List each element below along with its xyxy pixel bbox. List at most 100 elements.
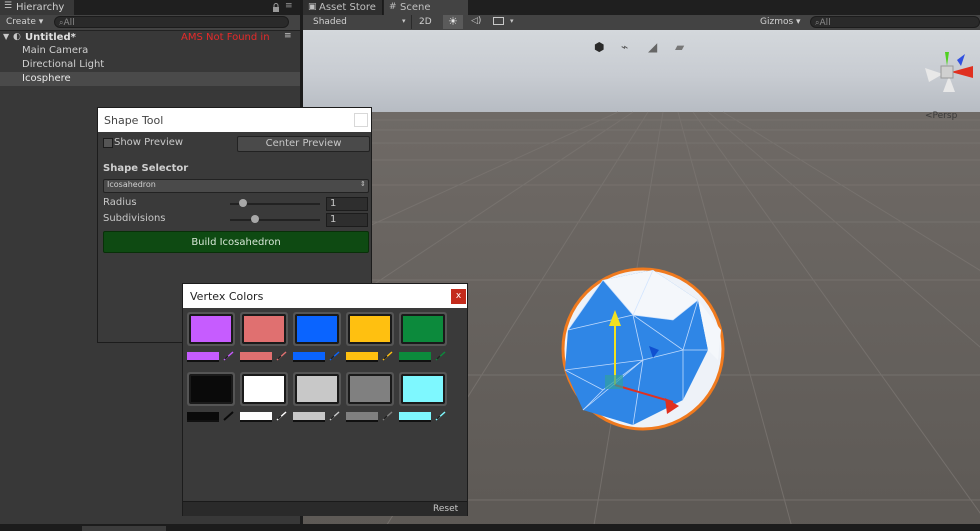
plane-icon[interactable]: ▰ — [675, 40, 684, 54]
persp-label[interactable]: <Persp — [925, 111, 957, 121]
dropdown-arrow-icon: ▾ — [402, 17, 406, 25]
scene-row[interactable]: ▼ ◐ Untitled* AMS Not Found in ≡ — [0, 31, 300, 44]
shape-dropdown[interactable]: Icosahedron ⇕ — [103, 179, 369, 193]
vertex-colors-titlebar[interactable]: Vertex Colors x — [183, 284, 467, 308]
eyedropper-icon[interactable] — [329, 351, 341, 361]
close-button[interactable]: x — [451, 289, 466, 304]
panel-menu-icon[interactable]: ≡ — [285, 1, 293, 11]
triangle-icon[interactable]: ◢ — [648, 40, 657, 54]
color-field-blue[interactable] — [293, 352, 325, 362]
unity-scene-icon: ◐ — [13, 32, 21, 42]
color-swatch-green[interactable] — [401, 314, 445, 344]
eyedropper-icon[interactable] — [382, 351, 394, 361]
search-placeholder: All — [63, 18, 75, 28]
color-swatch-cyan[interactable] — [401, 374, 445, 404]
create-dropdown[interactable]: Create ▾ — [6, 17, 43, 27]
toggle-2d-button[interactable]: 2D — [414, 15, 438, 29]
hierarchy-item-directional-light[interactable]: Directional Light — [0, 58, 300, 72]
scene-search-input[interactable]: ⌕All — [810, 16, 980, 28]
tab-label: Scene — [400, 2, 431, 13]
tab-scene[interactable]: # Scene — [384, 0, 468, 15]
sun-icon: ☀ — [448, 15, 458, 28]
lock-icon[interactable] — [272, 3, 279, 12]
hierarchy-item-icosphere[interactable]: Icosphere — [0, 72, 300, 86]
radius-field[interactable]: 1 — [326, 197, 368, 211]
shape-dropdown-value: Icosahedron — [107, 180, 156, 189]
color-field-black[interactable] — [187, 412, 219, 422]
dropdown-arrow-icon: ⇕ — [360, 180, 366, 188]
center-preview-button[interactable]: Center Preview — [237, 136, 370, 152]
hierarchy-search-input[interactable]: ⌕All — [54, 16, 289, 28]
effects-dropdown[interactable]: ▾ — [489, 15, 519, 29]
scene-menu-icon[interactable]: ≡ — [284, 31, 292, 41]
hierarchy-toolbar: Create ▾ ⌕All — [0, 15, 300, 31]
eyedropper-icon[interactable] — [276, 411, 288, 421]
vertex-colors-window: Vertex Colors x Reset — [182, 283, 468, 516]
color-field-light-gray[interactable] — [293, 412, 325, 422]
build-button-label: Build Icosahedron — [191, 237, 281, 248]
dropdown-arrow-icon: ▾ — [510, 17, 514, 25]
search-placeholder: All — [819, 18, 831, 28]
shape-tool-titlebar[interactable]: Shape Tool — [98, 108, 371, 132]
radius-slider-thumb[interactable] — [239, 199, 247, 207]
subdivisions-slider[interactable] — [230, 219, 320, 221]
color-swatch-light-gray[interactable] — [295, 374, 339, 404]
color-swatch-purple[interactable] — [189, 314, 233, 344]
reset-button[interactable]: Reset — [433, 504, 458, 514]
color-field-white[interactable] — [240, 412, 272, 422]
color-swatch-blue[interactable] — [295, 314, 339, 344]
eyedropper-icon[interactable] — [276, 351, 288, 361]
color-swatch-gray[interactable] — [348, 374, 392, 404]
icosphere-object[interactable] — [561, 267, 725, 431]
expand-arrow-icon[interactable]: ▼ — [3, 32, 9, 41]
eyedropper-icon[interactable] — [223, 411, 235, 421]
color-field-cyan[interactable] — [399, 412, 431, 422]
item-label: Directional Light — [22, 59, 105, 70]
bone-icon[interactable]: ⌁ — [621, 40, 628, 54]
gizmos-dropdown[interactable]: Gizmos ▾ — [760, 17, 801, 27]
subdivisions-value: 1 — [330, 214, 337, 225]
item-label: Icosphere — [22, 73, 71, 84]
vertex-colors-title: Vertex Colors — [190, 290, 264, 303]
color-field-gray[interactable] — [346, 412, 378, 422]
ams-warning-text: AMS Not Found in — [181, 32, 270, 43]
color-field-green[interactable] — [399, 352, 431, 362]
cube-icon[interactable]: ⬢ — [594, 40, 604, 54]
eyedropper-icon[interactable] — [223, 351, 235, 361]
speaker-icon: ◁) — [471, 16, 482, 26]
lighting-toggle[interactable]: ☀ — [443, 15, 463, 29]
tab-asset-store[interactable]: ▣ Asset Store — [303, 0, 383, 15]
orientation-gizmo[interactable] — [921, 44, 977, 100]
subdivisions-slider-thumb[interactable] — [251, 215, 259, 223]
shopping-bag-icon: ▣ — [308, 2, 317, 12]
color-field-red[interactable] — [240, 352, 272, 362]
color-swatch-black[interactable] — [189, 374, 233, 404]
color-swatch-white[interactable] — [242, 374, 286, 404]
center-preview-label: Center Preview — [265, 138, 342, 149]
shape-tool-title: Shape Tool — [104, 114, 164, 127]
radius-value: 1 — [330, 198, 337, 209]
subdivisions-label: Subdivisions — [103, 213, 166, 224]
scene-name: Untitled* — [25, 32, 76, 43]
scene-tab-bar: ▣ Asset Store # Scene — [303, 0, 980, 15]
audio-toggle[interactable]: ◁) — [467, 15, 485, 29]
image-icon — [493, 17, 504, 25]
close-icon: x — [455, 291, 462, 301]
toggle-2d-label: 2D — [419, 17, 432, 27]
hierarchy-tab[interactable]: ☰ Hierarchy — [0, 0, 74, 15]
color-swatch-yellow[interactable] — [348, 314, 392, 344]
close-button[interactable] — [354, 113, 368, 127]
show-preview-checkbox[interactable] — [103, 138, 113, 148]
eyedropper-icon[interactable] — [329, 411, 341, 421]
color-field-purple[interactable] — [187, 352, 219, 362]
eyedropper-icon[interactable] — [382, 411, 394, 421]
build-button[interactable]: Build Icosahedron — [103, 231, 369, 253]
eyedropper-icon[interactable] — [435, 411, 447, 421]
subdivisions-field[interactable]: 1 — [326, 213, 368, 227]
color-field-yellow[interactable] — [346, 352, 378, 362]
hierarchy-item-main-camera[interactable]: Main Camera — [0, 44, 300, 58]
color-swatch-red[interactable] — [242, 314, 286, 344]
shading-mode-dropdown[interactable]: Shaded ▾ — [303, 15, 412, 29]
eyedropper-icon[interactable] — [435, 351, 447, 361]
scroll-thumb[interactable] — [82, 526, 166, 531]
